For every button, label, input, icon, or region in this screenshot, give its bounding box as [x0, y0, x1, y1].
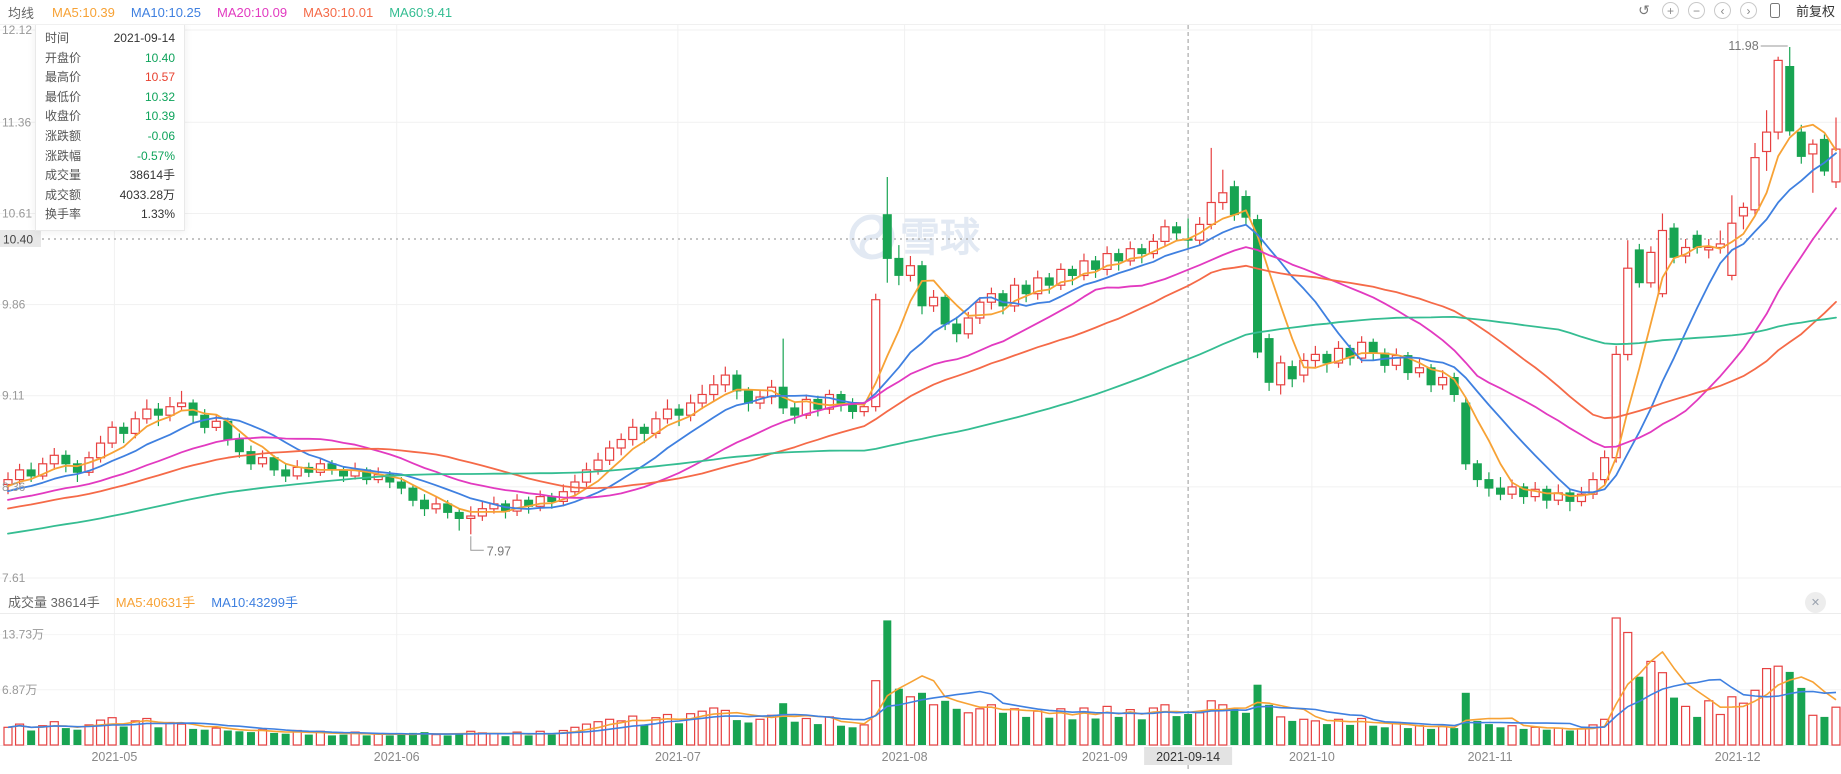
price-adjust-mode-button[interactable]: 前复权 — [1796, 1, 1835, 20]
volume-ma10-label: MA10:43299手 — [211, 594, 298, 610]
ohlc-tooltip-panel: 时间 2021-09-14 开盘价 10.40 最高价 10.57 最低价 10.32 … — [35, 24, 185, 231]
volume-label: 成交量 38614手 — [8, 594, 100, 610]
stock-chart-window: 均线 MA5:10.39 MA10:10.25 MA20:10.09 MA30:… — [0, 0, 1841, 769]
volume-axis-labels: 13.73万 6.87万 — [2, 628, 44, 697]
tooltip-row: 涨跌额 -0.06 — [45, 128, 175, 143]
close-volume-pane-button[interactable]: ✕ — [1805, 592, 1826, 613]
indicator-label: 均线 — [8, 5, 35, 21]
low-price-annotation: 7.97 — [470, 536, 511, 558]
chart-plot-area[interactable]: 雪球 12.12 11.36 10.61 9.86 9.11 8.36 7.61 10.40 13… — [0, 0, 1841, 774]
legend-ma10: MA10:10.25 — [130, 4, 201, 20]
svg-text:2021-05: 2021-05 — [91, 750, 137, 764]
gridlines — [0, 25, 1841, 746]
chart-toolbar: ↺ + − ‹ › 前复权 — [1635, 1, 1835, 20]
svg-text:2021-09: 2021-09 — [1082, 750, 1128, 764]
svg-text:7.97: 7.97 — [487, 544, 511, 558]
svg-text:2021-06: 2021-06 — [374, 750, 420, 764]
legend-ma20: MA20:10.09 — [217, 4, 288, 20]
svg-text:2021-08: 2021-08 — [882, 750, 928, 764]
tooltip-row: 收盘价 10.39 — [45, 109, 175, 124]
svg-text:7.61: 7.61 — [2, 571, 26, 585]
zoom-out-icon[interactable]: − — [1687, 2, 1705, 19]
tooltip-row: 最高价 10.57 — [45, 70, 175, 85]
tooltip-row: 成交额 4033.28万 — [45, 187, 175, 202]
candlesticks — [3, 47, 1841, 535]
high-price-annotation: 11.98 — [1728, 39, 1788, 53]
volume-pane-header: 成交量 38614手 MA5:40631手 MA10:43299手 — [8, 590, 298, 612]
undo-icon[interactable]: ↺ — [1635, 2, 1653, 20]
tooltip-row: 最低价 10.32 — [45, 89, 175, 104]
svg-text:13.73万: 13.73万 — [2, 628, 44, 642]
tooltip-row: 开盘价 10.40 — [45, 50, 175, 65]
last-price-axis-marker: 10.40 — [3, 233, 33, 247]
legend-ma30: MA30:10.01 — [303, 4, 374, 20]
svg-text:9.86: 9.86 — [2, 298, 26, 312]
tooltip-row: 换手率 1.33% — [45, 207, 175, 222]
tooltip-row: 成交量 38614手 — [45, 168, 175, 183]
svg-text:9.11: 9.11 — [2, 389, 25, 403]
scroll-right-icon[interactable]: › — [1739, 2, 1757, 19]
svg-text:12.12: 12.12 — [2, 23, 32, 37]
svg-text:雪球: 雪球 — [900, 216, 981, 260]
mobile-icon[interactable] — [1766, 2, 1784, 20]
xueqiu-watermark-logo: 雪球 — [849, 214, 981, 260]
svg-text:11.98: 11.98 — [1728, 39, 1758, 53]
legend-ma60: MA60:9.41 — [389, 4, 453, 20]
svg-text:11.36: 11.36 — [2, 115, 31, 129]
scroll-left-icon[interactable]: ‹ — [1713, 2, 1731, 19]
svg-text:6.87万: 6.87万 — [2, 683, 37, 697]
volume-ma5-label: MA5:40631手 — [115, 594, 196, 610]
svg-text:2021-12: 2021-12 — [1715, 750, 1761, 764]
svg-text:2021-10: 2021-10 — [1289, 750, 1335, 764]
crosshair-date-label: 2021-09-14 — [1156, 750, 1220, 764]
tooltip-row: 涨跌幅 -0.57% — [45, 148, 175, 163]
phone-shape — [1769, 3, 1780, 18]
svg-text:8.36: 8.36 — [2, 480, 26, 494]
svg-text:2021-07: 2021-07 — [655, 750, 701, 764]
svg-text:10.61: 10.61 — [2, 207, 32, 221]
tooltip-row: 时间 2021-09-14 — [45, 31, 175, 45]
indicator-legend-bar: 均线 MA5:10.39 MA10:10.25 MA20:10.09 MA30:… — [0, 0, 1841, 25]
date-axis-labels: 2021-05 2021-06 2021-07 2021-08 2021-09 2021-… — [91, 747, 1761, 765]
svg-text:2021-11: 2021-11 — [1468, 750, 1513, 764]
legend-ma5: MA5:10.39 — [52, 4, 115, 20]
zoom-in-icon[interactable]: + — [1661, 2, 1679, 19]
volume-bars — [3, 617, 1841, 746]
